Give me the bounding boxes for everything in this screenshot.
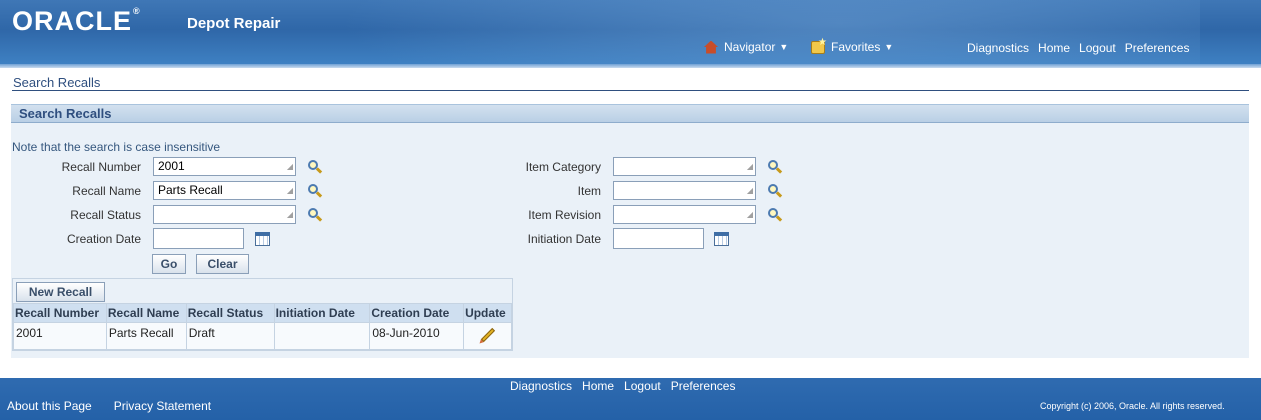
caret-down-icon: ▼	[779, 42, 789, 52]
item-revision-field[interactable]: ◢	[613, 205, 756, 224]
home-icon	[704, 40, 718, 54]
page-title: Search Recalls	[13, 75, 101, 90]
recall-status-label: Recall Status	[70, 208, 141, 222]
creation-date-calendar-icon[interactable]	[255, 232, 270, 246]
favorites-folder-icon	[811, 37, 827, 54]
initiation-date-calendar-icon[interactable]	[714, 232, 729, 246]
item-field[interactable]: ◢	[613, 181, 756, 200]
copyright-text: Copyright (c) 2006, Oracle. All rights r…	[1040, 401, 1225, 411]
navigator-label: Navigator	[724, 40, 776, 54]
footer-left-links: About this Page Privacy Statement	[7, 399, 211, 413]
column-header-recall-number[interactable]: Recall Number	[13, 303, 107, 323]
table-row: 2001 Parts Recall Draft 08-Jun-2010	[13, 322, 512, 350]
recall-name-search-icon[interactable]	[306, 183, 323, 199]
creation-date-field[interactable]	[153, 228, 244, 249]
app-title: Depot Repair	[187, 15, 281, 32]
initiation-date-label: Initiation Date	[527, 232, 601, 246]
results-table-region: New Recall Recall Number Recall Name Rec…	[12, 278, 513, 351]
column-header-update: Update	[463, 303, 512, 323]
recall-name-label: Recall Name	[72, 184, 141, 198]
header-divider	[0, 64, 1261, 68]
item-category-field[interactable]: ◢	[613, 157, 756, 176]
recall-number-label: Recall Number	[61, 160, 141, 174]
recall-number-field[interactable]: 2001 ◢	[153, 157, 296, 176]
home-link[interactable]: Home	[1038, 41, 1070, 55]
column-header-recall-status[interactable]: Recall Status	[185, 303, 275, 323]
go-button[interactable]: Go	[152, 254, 186, 274]
new-recall-button[interactable]: New Recall	[16, 282, 105, 302]
recall-name-field[interactable]: Parts Recall ◢	[153, 181, 296, 200]
search-note: Note that the search is case insensitive	[12, 140, 221, 154]
creation-date-label: Creation Date	[66, 232, 141, 246]
search-region: Search Recalls Note that the search is c…	[11, 104, 1249, 358]
footer-links: Diagnostics Home Logout Preferences	[510, 379, 735, 393]
item-revision-search-icon[interactable]	[766, 207, 783, 223]
recall-status-search-icon[interactable]	[306, 207, 323, 223]
logout-link[interactable]: Logout	[1079, 41, 1116, 55]
preferences-link[interactable]: Preferences	[1125, 41, 1190, 55]
footer-home-link[interactable]: Home	[582, 379, 614, 393]
column-header-initiation-date[interactable]: Initiation Date	[273, 303, 371, 323]
cell-recall-number: 2001	[13, 322, 107, 350]
recall-number-search-icon[interactable]	[306, 159, 323, 175]
item-category-label: Item Category	[525, 160, 601, 174]
clear-button[interactable]: Clear	[196, 254, 249, 274]
title-divider	[12, 90, 1249, 91]
pencil-icon[interactable]	[480, 327, 496, 343]
table-header-row: Recall Number Recall Name Recall Status …	[13, 303, 512, 323]
navigator-menu[interactable]: Navigator ▼	[704, 40, 788, 54]
region-header: Search Recalls	[11, 104, 1249, 123]
column-header-recall-name[interactable]: Recall Name	[105, 303, 187, 323]
footer-preferences-link[interactable]: Preferences	[671, 379, 736, 393]
cell-initiation-date	[273, 322, 371, 350]
app-header: ORACLE® Depot Repair Navigator ▼ Favorit…	[0, 0, 1261, 66]
item-revision-label: Item Revision	[528, 208, 601, 222]
global-links: Diagnostics Home Logout Preferences	[967, 41, 1189, 55]
cell-recall-name: Parts Recall	[105, 322, 187, 350]
item-search-icon[interactable]	[766, 183, 783, 199]
privacy-statement-link[interactable]: Privacy Statement	[114, 399, 211, 413]
caret-down-icon: ▼	[884, 42, 894, 52]
recall-status-field[interactable]: ◢	[153, 205, 296, 224]
page-footer: Diagnostics Home Logout Preferences Abou…	[0, 378, 1261, 420]
favorites-label: Favorites	[831, 40, 881, 54]
cell-update	[463, 322, 512, 350]
favorites-menu[interactable]: Favorites ▼	[811, 37, 894, 54]
oracle-logo: ORACLE®	[12, 6, 141, 36]
footer-logout-link[interactable]: Logout	[624, 379, 661, 393]
item-category-search-icon[interactable]	[766, 159, 783, 175]
item-label: Item	[577, 184, 601, 198]
about-page-link[interactable]: About this Page	[7, 399, 92, 413]
cell-creation-date: 08-Jun-2010	[369, 322, 465, 350]
results-table: Recall Number Recall Name Recall Status …	[13, 303, 512, 350]
cell-recall-status: Draft	[185, 322, 275, 350]
footer-diagnostics-link[interactable]: Diagnostics	[510, 379, 572, 393]
column-header-creation-date[interactable]: Creation Date	[369, 303, 465, 323]
initiation-date-field[interactable]	[613, 228, 704, 249]
diagnostics-link[interactable]: Diagnostics	[967, 41, 1029, 55]
